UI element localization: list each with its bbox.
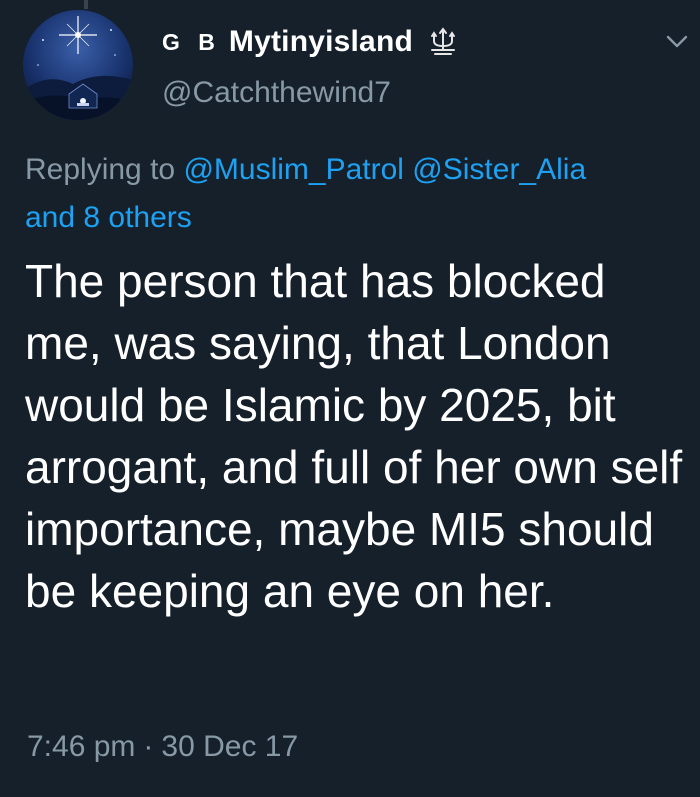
night-sky-avatar-icon <box>23 10 133 120</box>
others-link[interactable]: and 8 others <box>25 201 192 234</box>
tweet-date: 30 Dec 17 <box>161 730 299 763</box>
replying-to-prefix: Replying to <box>25 153 176 186</box>
trident-crown-icon <box>427 26 459 58</box>
tweet-text: The person that has blocked me, was sayi… <box>25 255 683 617</box>
mention-link[interactable]: @Sister_Alia <box>412 153 586 186</box>
chevron-down-icon[interactable] <box>665 32 689 50</box>
user-name-row[interactable]: G B Mytinyisland <box>162 22 459 62</box>
replying-to-line: Replying to @Muslim_Patrol @Sister_Alia … <box>25 146 685 242</box>
user-handle[interactable]: @Catchthewind7 <box>162 76 391 110</box>
avatar[interactable] <box>23 10 133 120</box>
display-name[interactable]: Mytinyisland <box>229 25 413 59</box>
tweet-time: 7:46 pm <box>27 730 136 763</box>
name-prefix-letters: G B <box>162 28 215 55</box>
thread-connector-line <box>84 0 88 9</box>
mention-link[interactable]: @Muslim_Patrol <box>183 153 404 186</box>
timestamp-row[interactable]: 7:46 pm · 30 Dec 17 <box>27 730 298 764</box>
meta-separator: · <box>143 730 154 763</box>
tweet-card: G B Mytinyisland @Catchthewind7 Replying… <box>0 0 700 797</box>
